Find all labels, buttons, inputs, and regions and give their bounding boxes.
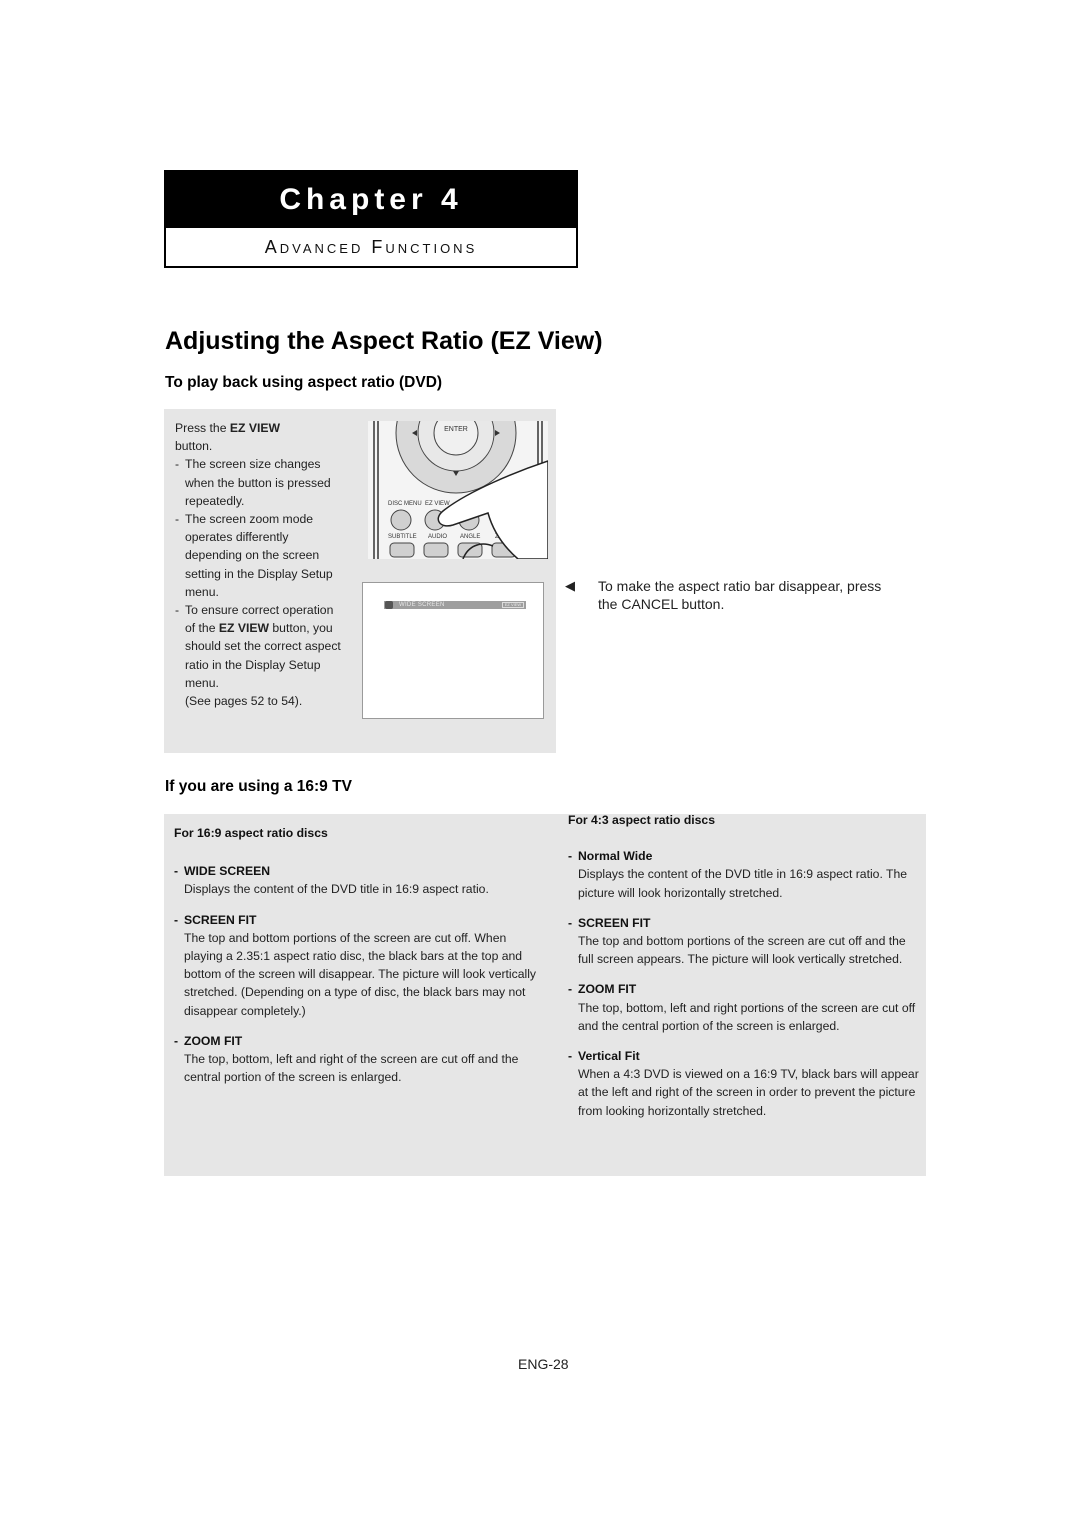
- bullet-text: The screen size changes when the button …: [185, 457, 331, 508]
- mode-title-text: SCREEN FIT: [578, 915, 651, 930]
- discs-169-column: For 16:9 aspect ratio discs - WIDE SCREEN…: [174, 824, 544, 1086]
- aspect-ratio-bar: WIDE SCREEN EZ VIEW: [384, 601, 526, 609]
- remote-svg: ENTER DISC MENU EZ VIEW SUBTITLE AUDIO A…: [373, 421, 548, 559]
- column-heading: For 4:3 aspect ratio discs: [568, 813, 715, 827]
- audio-label: AUDIO: [428, 534, 447, 540]
- bullet-bold: EZ VIEW: [218, 621, 269, 636]
- disc-menu-label: DISC MENU: [388, 501, 422, 507]
- audio-button: [423, 542, 449, 558]
- mode-description: Displays the content of the DVD title in…: [578, 867, 908, 900]
- mode-title-text: Vertical Fit: [578, 1049, 640, 1064]
- angle-label: ANGLE: [460, 534, 480, 540]
- bullet-text: The screen zoom mode operates differentl…: [185, 512, 333, 599]
- remote-illustration: ENTER DISC MENU EZ VIEW SUBTITLE AUDIO A…: [368, 421, 548, 559]
- chapter-label: Chapter 4: [166, 172, 576, 228]
- mode-description: The top, bottom, left and right of the s…: [184, 1052, 519, 1085]
- instruction-button-name: EZ VIEW: [229, 421, 280, 435]
- chapter-subtitle: Advanced Functions: [166, 228, 576, 266]
- osd-mode-label: WIDE SCREEN: [399, 602, 445, 608]
- instruction-text: Press the EZ VIEW button. - The screen si…: [175, 419, 345, 710]
- mode-title: - Normal Wide: [568, 849, 653, 864]
- mode-title-text: SCREEN FIT: [184, 912, 257, 927]
- mode-description: The top and bottom portions of the scree…: [184, 930, 537, 1018]
- instruction-panel: Press the EZ VIEW button. - The screen si…: [164, 409, 556, 753]
- mode-title: - Vertical Fit: [568, 1049, 640, 1064]
- mode-description: Displays the content of the DVD title in…: [184, 882, 489, 897]
- section-title-dvd: To play back using aspect ratio (DVD): [165, 374, 443, 391]
- discs-43-column: For 4:3 aspect ratio discs - Normal Wide …: [568, 811, 924, 1120]
- ez-view-label: EZ VIEW: [425, 501, 450, 507]
- mode-title: - WIDE SCREEN: [174, 864, 270, 879]
- section-title-169: If you are using a 16:9 TV: [165, 778, 352, 795]
- chapter-subtitle-text: Advanced Functions: [264, 236, 478, 257]
- tv-169-panel: For 16:9 aspect ratio discs - WIDE SCREEN…: [164, 811, 926, 1176]
- chapter-banner: Chapter 4 Advanced Functions: [164, 170, 578, 268]
- left-pointer-icon: ◀: [565, 578, 575, 593]
- mode-title: - SCREEN FIT: [174, 912, 257, 927]
- subtitle-button: [389, 542, 415, 558]
- instruction-suffix: button.: [175, 439, 213, 454]
- mode-description: When a 4:3 DVD is viewed on a 16:9 TV, b…: [578, 1067, 919, 1118]
- mode-title-text: WIDE SCREEN: [184, 864, 270, 879]
- subtitle-label: SUBTITLE: [388, 534, 417, 540]
- mode-title-text: Normal Wide: [578, 849, 653, 864]
- instruction-bullet: - The screen zoom mode operates different…: [175, 512, 333, 599]
- mode-title: - ZOOM FIT: [174, 1033, 243, 1048]
- instruction-prefix: Press the: [175, 421, 230, 435]
- osd-ez-view-badge: EZ VIEW: [502, 602, 524, 608]
- mode-description: The top and bottom portions of the scree…: [578, 934, 906, 967]
- page-number: ENG-28: [518, 1356, 569, 1372]
- instruction-step: Press the EZ VIEW button.: [175, 419, 345, 455]
- page-title: Adjusting the Aspect Ratio (EZ View): [165, 327, 603, 355]
- screen-mode-icon: [385, 601, 393, 609]
- mode-title: - ZOOM FIT: [568, 982, 637, 997]
- column-heading: For 16:9 aspect ratio discs: [174, 826, 328, 840]
- mode-description: The top, bottom, left and right portions…: [578, 1000, 916, 1033]
- see-pages: (See pages 52 to 54).: [185, 694, 303, 709]
- disc-menu-button: [390, 509, 412, 531]
- tv-screen-preview: WIDE SCREEN EZ VIEW: [362, 582, 544, 719]
- cancel-note-text: To make the aspect ratio bar disappear, …: [598, 578, 882, 612]
- mode-title: - SCREEN FIT: [568, 915, 651, 930]
- mode-title-text: ZOOM FIT: [184, 1033, 243, 1048]
- cancel-note: ◀ To make the aspect ratio bar disappear…: [565, 577, 895, 613]
- instruction-bullet: - To ensure correct operation of the EZ V…: [175, 603, 341, 709]
- instruction-bullet: - The screen size changes when the button…: [175, 457, 331, 508]
- enter-label: ENTER: [444, 426, 468, 433]
- mode-title-text: ZOOM FIT: [578, 982, 637, 997]
